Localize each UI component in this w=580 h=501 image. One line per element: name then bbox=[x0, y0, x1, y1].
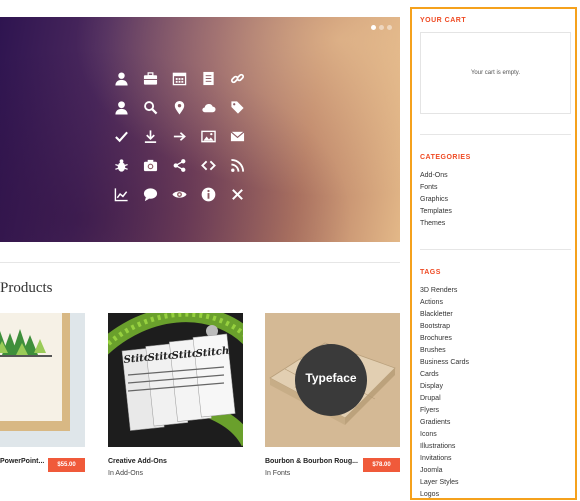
bug-icon bbox=[107, 151, 136, 180]
category-link[interactable]: Themes bbox=[420, 218, 452, 230]
tags-title: TAGS bbox=[420, 269, 441, 276]
tag-link[interactable]: Gradients bbox=[420, 417, 469, 429]
tag-link[interactable]: Icons bbox=[420, 429, 469, 441]
code-icon bbox=[194, 151, 223, 180]
camera-icon bbox=[136, 151, 165, 180]
info-icon bbox=[194, 180, 223, 209]
page: Products PowerPoint... $55.00 Stitc Stit… bbox=[0, 0, 580, 501]
product-thumbnail[interactable]: Typeface bbox=[265, 313, 400, 447]
tag-link[interactable]: Logos bbox=[420, 489, 469, 501]
category-link[interactable]: Add-Ons bbox=[115, 470, 143, 477]
close-icon bbox=[223, 180, 252, 209]
tag-link[interactable]: Bootstrap bbox=[420, 321, 469, 333]
tag-icon bbox=[223, 93, 252, 122]
product-category: In Add-Ons bbox=[108, 470, 143, 477]
product-category: In Fonts bbox=[265, 470, 290, 477]
tags-list: 3D Renders Actions Blackletter Bootstrap… bbox=[420, 285, 469, 501]
cloud-icon bbox=[194, 93, 223, 122]
sidebar-divider bbox=[420, 134, 571, 135]
tag-link[interactable]: Business Cards bbox=[420, 357, 469, 369]
tag-link[interactable]: Brushes bbox=[420, 345, 469, 357]
product-card[interactable]: PowerPoint... $55.00 bbox=[0, 313, 85, 472]
product-name[interactable]: Creative Add-Ons bbox=[108, 458, 167, 465]
image-icon bbox=[194, 122, 223, 151]
product-name[interactable]: Bourbon & Bourbon Roug... bbox=[265, 458, 358, 465]
briefcase-icon bbox=[136, 64, 165, 93]
tag-link[interactable]: Invitations bbox=[420, 453, 469, 465]
cart-title: YOUR CART bbox=[420, 17, 467, 24]
slider-dots bbox=[371, 25, 392, 30]
search-icon bbox=[136, 93, 165, 122]
envelope-icon bbox=[223, 122, 252, 151]
category-link[interactable]: Templates bbox=[420, 206, 452, 218]
slider-dot-2[interactable] bbox=[379, 25, 384, 30]
link-icon bbox=[223, 64, 252, 93]
product-card[interactable]: Typeface Bourbon & Bourbon Roug... In Fo… bbox=[265, 313, 400, 477]
tag-link[interactable]: Actions bbox=[420, 297, 469, 309]
sidebar: YOUR CART Your cart is empty. CATEGORIES… bbox=[410, 7, 577, 500]
categories-list: Add-Ons Fonts Graphics Templates Themes bbox=[420, 170, 452, 230]
hero-icon-grid bbox=[107, 64, 252, 209]
user-icon bbox=[107, 64, 136, 93]
eye-icon bbox=[165, 180, 194, 209]
hero-slider[interactable] bbox=[0, 17, 400, 242]
slider-dot-3[interactable] bbox=[387, 25, 392, 30]
tag-link[interactable]: 3D Renders bbox=[420, 285, 469, 297]
map-marker-icon bbox=[165, 93, 194, 122]
tag-link[interactable]: Illustrations bbox=[420, 441, 469, 453]
thumb-typeface-label: Typeface bbox=[305, 371, 357, 385]
category-link[interactable]: Fonts bbox=[273, 470, 291, 477]
cart-empty-message: Your cart is empty. bbox=[470, 70, 521, 76]
share-icon bbox=[165, 151, 194, 180]
sidebar-divider bbox=[420, 249, 571, 250]
category-prefix: In bbox=[108, 470, 114, 477]
product-thumbnail[interactable]: Stitc Stitc Stitc Stitch bbox=[108, 313, 243, 447]
products-heading: Products bbox=[0, 280, 53, 296]
tag-link[interactable]: Layer Styles bbox=[420, 477, 469, 489]
document-icon bbox=[194, 64, 223, 93]
tag-link[interactable]: Display bbox=[420, 381, 469, 393]
section-divider bbox=[0, 262, 400, 263]
check-icon bbox=[107, 122, 136, 151]
category-link[interactable]: Fonts bbox=[420, 182, 452, 194]
comment-icon bbox=[136, 180, 165, 209]
tag-link[interactable]: Brochures bbox=[420, 333, 469, 345]
price-badge: $55.00 bbox=[48, 458, 85, 472]
tag-link[interactable]: Flyers bbox=[420, 405, 469, 417]
tag-link[interactable]: Blackletter bbox=[420, 309, 469, 321]
arrow-right-icon bbox=[165, 122, 194, 151]
category-link[interactable]: Graphics bbox=[420, 194, 452, 206]
product-name[interactable]: PowerPoint... bbox=[0, 458, 44, 465]
product-card[interactable]: Stitc Stitc Stitc Stitch Creative Add-On… bbox=[108, 313, 243, 477]
tag-link[interactable]: Cards bbox=[420, 369, 469, 381]
category-prefix: In bbox=[265, 470, 271, 477]
cart-box: Your cart is empty. bbox=[420, 32, 571, 114]
categories-title: CATEGORIES bbox=[420, 154, 471, 161]
rss-icon bbox=[223, 151, 252, 180]
slider-dot-1[interactable] bbox=[371, 25, 376, 30]
category-link[interactable]: Add-Ons bbox=[420, 170, 452, 182]
product-thumbnail[interactable] bbox=[0, 313, 85, 447]
calendar-icon bbox=[165, 64, 194, 93]
download-icon bbox=[136, 122, 165, 151]
tag-link[interactable]: Joomla bbox=[420, 465, 469, 477]
user-alt-icon bbox=[107, 93, 136, 122]
price-badge: $78.00 bbox=[363, 458, 400, 472]
tag-link[interactable]: Drupal bbox=[420, 393, 469, 405]
chart-icon bbox=[107, 180, 136, 209]
